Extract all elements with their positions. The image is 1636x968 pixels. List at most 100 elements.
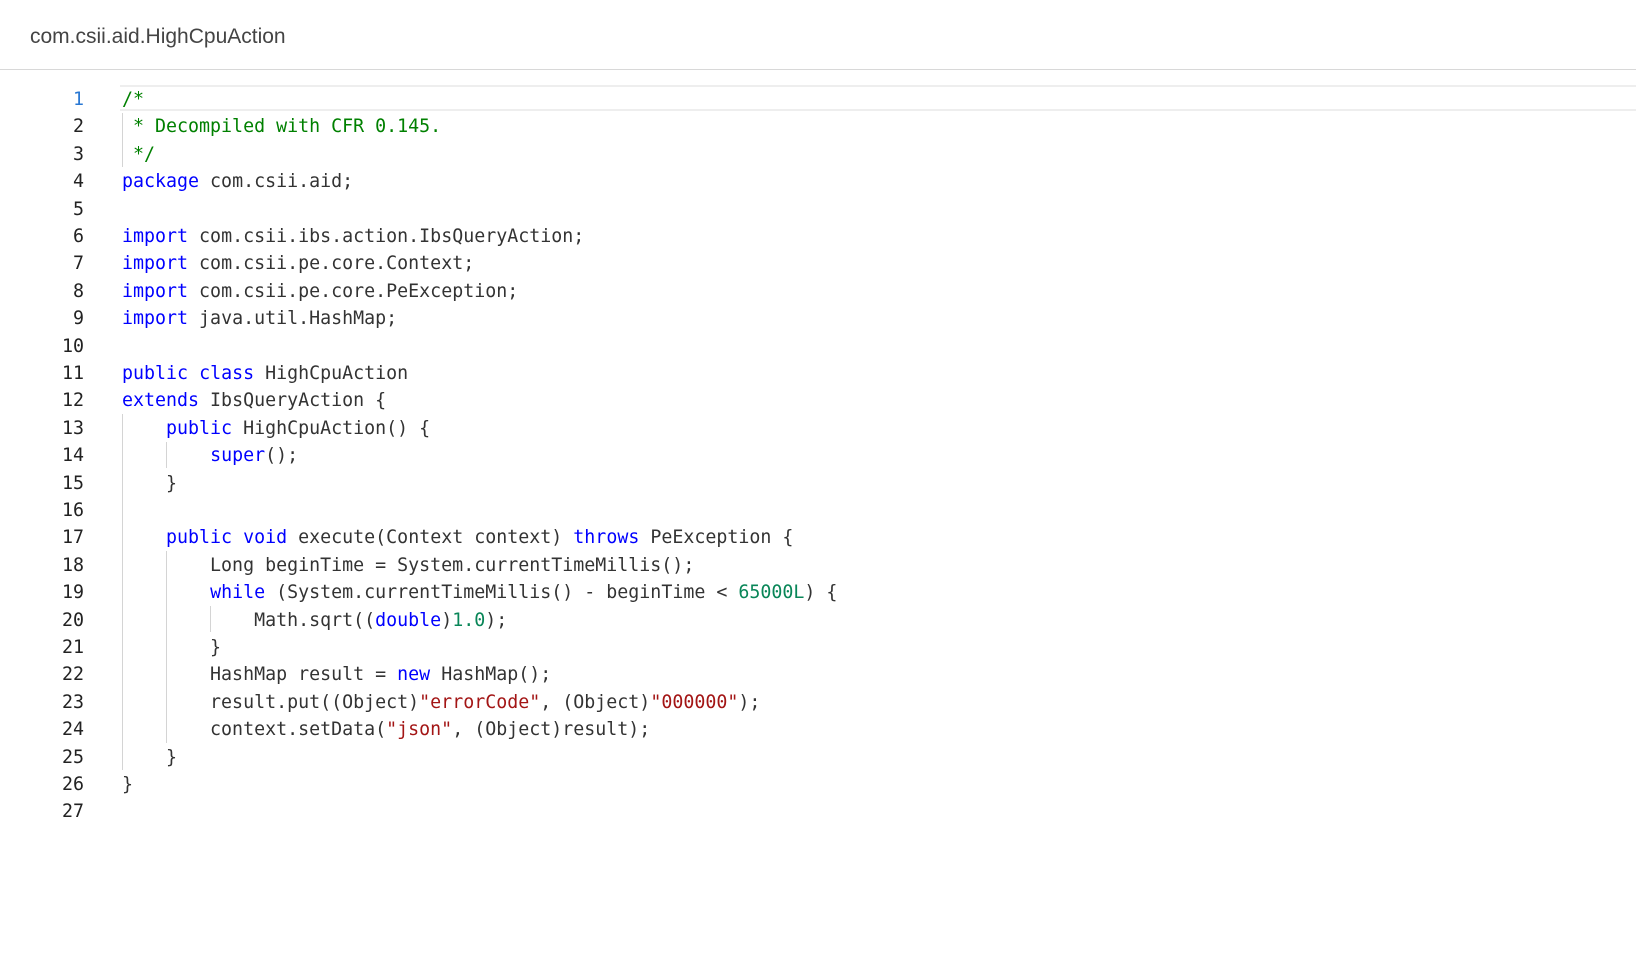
code-text: import com.csii.pe.core.PeException; — [122, 278, 518, 305]
code-token: HashMap(); — [430, 664, 552, 686]
line-number: 9 — [72, 308, 84, 330]
code-token: super — [210, 445, 266, 467]
code-token: } — [122, 746, 178, 768]
code-line[interactable]: 3 */ — [0, 141, 1636, 168]
code-token: , (Object) — [540, 691, 651, 713]
code-token: PeException { — [639, 527, 794, 549]
code-token: HashMap result = — [122, 664, 398, 686]
code-line[interactable]: 25 } — [0, 744, 1636, 771]
code-line[interactable]: 27 — [0, 798, 1636, 825]
code-line[interactable]: 1 /* — [0, 86, 1636, 113]
code-token: } — [122, 637, 222, 658]
line-number: 12 — [61, 390, 84, 412]
code-text: public void execute(Context context) thr… — [122, 524, 793, 551]
code-line[interactable]: 4 package com.csii.aid; — [0, 168, 1636, 195]
code-token: ) { — [804, 582, 838, 604]
code-token: /* — [122, 89, 145, 110]
line-number: 3 — [72, 143, 84, 165]
code-line[interactable]: 10 — [0, 333, 1636, 360]
code-line[interactable]: 12 extends IbsQueryAction { — [0, 387, 1636, 414]
code-text: } — [122, 634, 221, 661]
code-token: import — [122, 308, 189, 330]
code-line[interactable]: 7 import com.csii.pe.core.Context; — [0, 250, 1636, 277]
code-text: import com.csii.pe.core.Context; — [122, 250, 474, 277]
code-text: } — [122, 744, 177, 771]
line-number: 13 — [61, 417, 84, 439]
line-number: 26 — [61, 774, 84, 795]
code-token: new — [397, 664, 431, 686]
code-line[interactable]: 9 import java.util.HashMap; — [0, 305, 1636, 332]
code-line[interactable]: 20 Math.sqrt((double)1.0); — [0, 607, 1636, 634]
code-text: /* — [122, 86, 144, 113]
code-line[interactable]: 26} — [0, 771, 1636, 798]
code-line[interactable]: 6 import com.csii.ibs.action.IbsQueryActi… — [0, 223, 1636, 250]
code-line[interactable]: 24 context.setData("json", (Object)resul… — [0, 716, 1636, 743]
code-line[interactable]: 22 HashMap result = new HashMap(); — [0, 661, 1636, 688]
code-token: java.util.HashMap; — [188, 308, 398, 330]
file-title: com.csii.aid.HighCpuAction — [30, 25, 286, 48]
code-token: public — [166, 527, 233, 549]
code-token: extends — [122, 390, 200, 412]
line-number: 27 — [61, 801, 84, 823]
line-number: 25 — [61, 746, 84, 768]
code-token: 1.0 — [452, 609, 486, 631]
code-line[interactable]: 21 } — [0, 634, 1636, 661]
code-text: package com.csii.aid; — [122, 168, 353, 195]
code-text: extends IbsQueryAction { — [122, 387, 386, 414]
code-token: double — [375, 609, 442, 631]
line-number: 11 — [61, 363, 84, 384]
code-text: result.put((Object)"errorCode", (Object)… — [122, 689, 760, 716]
code-token: ); — [738, 691, 761, 713]
code-line[interactable]: 16 — [0, 497, 1636, 524]
code-line[interactable]: 17 public void execute(Context context) … — [0, 524, 1636, 551]
code-line[interactable]: 11 public class HighCpuAction — [0, 360, 1636, 387]
code-token: com.csii.aid; — [199, 171, 354, 193]
line-number: 18 — [61, 554, 84, 576]
code-line[interactable]: 5 — [0, 196, 1636, 223]
code-token: ); — [485, 609, 508, 631]
code-token: (System.currentTimeMillis() - beginTime … — [265, 582, 739, 604]
line-number: 21 — [61, 637, 84, 658]
code-token: com.csii.ibs.action.IbsQueryAction; — [188, 226, 585, 247]
code-text: public class HighCpuAction — [122, 360, 408, 387]
code-token: throws — [573, 527, 640, 549]
code-text: import java.util.HashMap; — [122, 305, 397, 332]
code-line[interactable]: 14 super(); — [0, 442, 1636, 469]
code-token: "errorCode" — [419, 691, 541, 713]
code-token: * Decompiled with CFR 0.145. — [122, 116, 442, 138]
code-line[interactable]: 23 result.put((Object)"errorCode", (Obje… — [0, 689, 1636, 716]
line-number: 6 — [72, 226, 84, 247]
code-text: super(); — [122, 442, 298, 469]
code-token: } — [122, 472, 178, 494]
code-line[interactable]: 15 } — [0, 470, 1636, 497]
code-text: } — [122, 470, 177, 497]
code-text: while (System.currentTimeMillis() - begi… — [122, 579, 837, 606]
line-number: 8 — [72, 280, 84, 302]
code-text: Long beginTime = System.currentTimeMilli… — [122, 552, 694, 579]
code-token: import — [122, 226, 189, 247]
code-line[interactable]: 18 Long beginTime = System.currentTimeMi… — [0, 552, 1636, 579]
code-token: public — [166, 417, 233, 439]
line-number: 10 — [61, 335, 84, 357]
code-line[interactable]: 2 * Decompiled with CFR 0.145. — [0, 113, 1636, 140]
code-text: public HighCpuAction() { — [122, 415, 430, 442]
line-number: 7 — [72, 253, 84, 275]
code-token: Math.sqrt(( — [122, 609, 376, 631]
line-number: 16 — [61, 500, 84, 521]
code-token: import — [122, 253, 189, 275]
code-token: com.csii.pe.core.Context; — [188, 253, 475, 275]
code-editor[interactable]: 1/* 2 * Decompiled with CFR 0.145. 3 */4 pa… — [0, 85, 1636, 845]
line-number: 17 — [61, 527, 84, 549]
code-token: (); — [265, 445, 299, 467]
line-number: 14 — [61, 445, 84, 467]
code-token: */ — [122, 143, 156, 165]
code-line[interactable]: 19 while (System.currentTimeMillis() - b… — [0, 579, 1636, 606]
code-line[interactable]: 8 import com.csii.pe.core.PeException; — [0, 278, 1636, 305]
code-token: import — [122, 280, 189, 302]
code-line[interactable]: 13 public HighCpuAction() { — [0, 415, 1636, 442]
code-token: "json" — [386, 719, 453, 741]
line-number: 24 — [61, 719, 84, 741]
line-number: 4 — [72, 171, 84, 193]
